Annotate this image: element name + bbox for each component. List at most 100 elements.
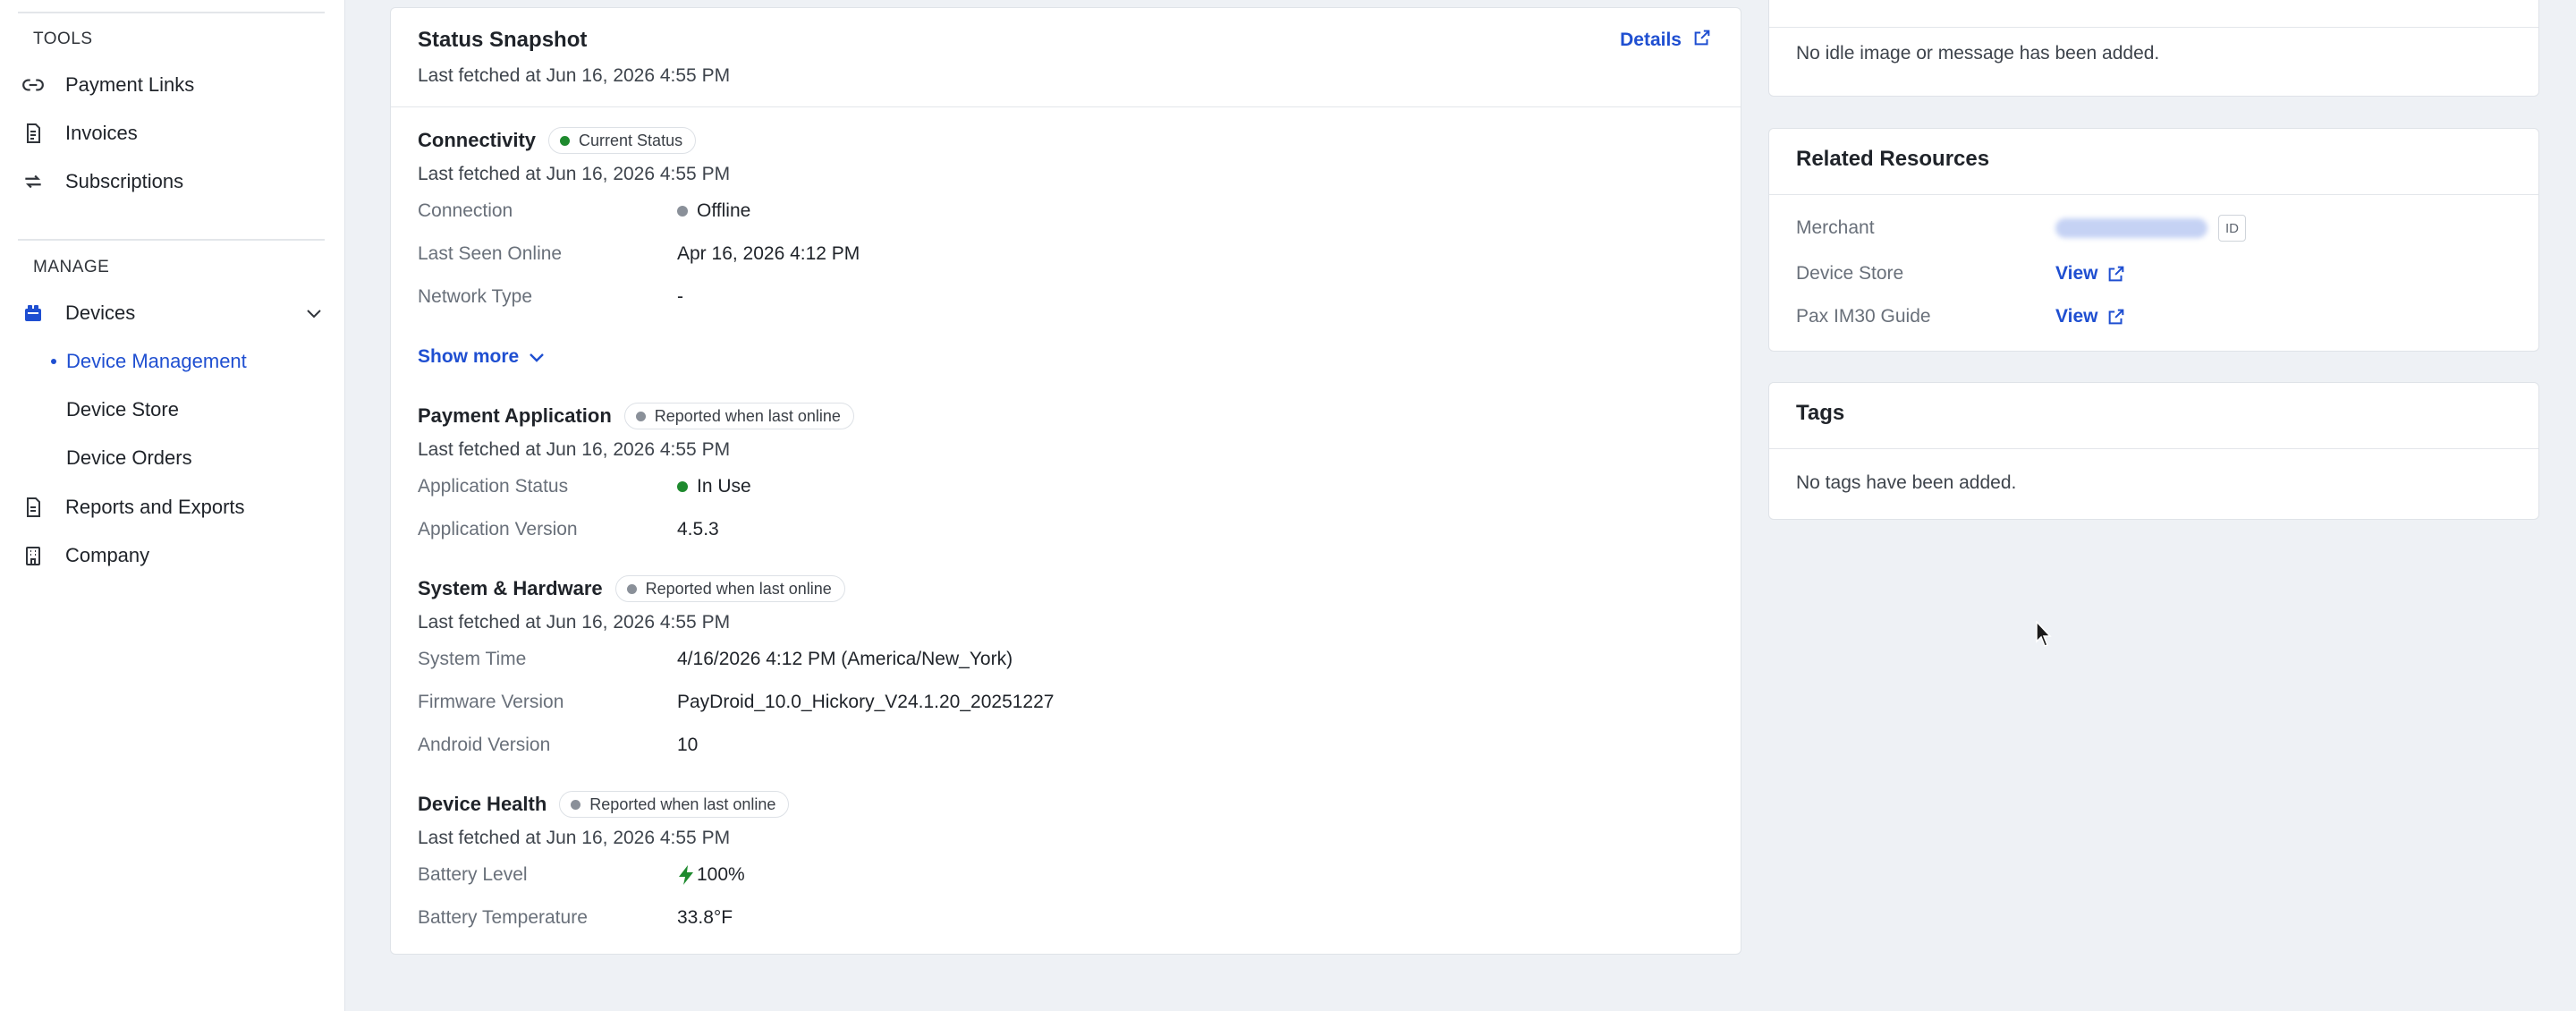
last-fetched: Last fetched at Jun 16, 2026 4:55 PM	[418, 164, 731, 184]
tags-card: Tags No tags have been added.	[1768, 382, 2539, 520]
badge-label: Reported when last online	[645, 579, 832, 598]
status-dot	[571, 799, 581, 810]
field-value: Apr 16, 2026 4:12 PM	[677, 243, 860, 264]
section-title: System & Hardware	[418, 577, 603, 599]
external-link-icon	[2106, 307, 2126, 327]
sidebar-item-label: Payment Links	[65, 73, 195, 96]
field-label: Battery Level	[418, 864, 528, 885]
details-label: Details	[1620, 30, 1682, 50]
card-divider	[1769, 448, 2538, 449]
field-value: 33.8°F	[677, 907, 733, 928]
badge-label: Reported when last online	[654, 406, 841, 425]
field-label: System Time	[418, 649, 527, 669]
idle-screen-card: No idle image or message has been added.	[1768, 0, 2539, 97]
view-label: View	[2055, 306, 2098, 327]
field-label: Network Type	[418, 286, 532, 307]
battery-level-value: 100%	[677, 864, 745, 886]
sidebar-item-label: Subscriptions	[65, 170, 184, 192]
sidebar-item-company[interactable]: Company	[18, 533, 325, 578]
sidebar-divider	[18, 239, 325, 241]
mouse-cursor-icon	[2036, 620, 2054, 648]
report-icon	[20, 494, 47, 521]
application-status-value: In Use	[677, 476, 751, 497]
sidebar-item-label: Company	[65, 544, 150, 566]
bolt-icon	[677, 864, 695, 886]
card-divider	[1769, 194, 2538, 195]
external-link-icon	[1692, 28, 1712, 53]
card-title: Status Snapshot	[418, 28, 588, 52]
field-value: 10	[677, 735, 699, 755]
section-title: Payment Application	[418, 404, 612, 427]
device-store-view-link[interactable]: View	[2055, 263, 2126, 285]
chevron-down-icon	[526, 346, 547, 368]
field-label: Application Version	[418, 519, 578, 539]
details-link[interactable]: Details	[1620, 28, 1712, 53]
merchant-value[interactable]: ID	[2055, 215, 2246, 242]
system-hardware-header: System & Hardware Reported when last onl…	[418, 575, 845, 602]
view-label: View	[2055, 263, 2098, 284]
status-dot	[677, 206, 688, 217]
status-dot	[626, 583, 637, 594]
last-fetched: Last fetched at Jun 16, 2026 4:55 PM	[418, 612, 731, 633]
refresh-icon	[20, 168, 47, 195]
sidebar: TOOLS Payment Links Invoices Subscriptio…	[0, 0, 345, 1011]
field-value: In Use	[697, 476, 751, 497]
status-badge: Current Status	[548, 127, 697, 154]
sidebar-subitem-label: Device Orders	[66, 446, 192, 469]
field-label: Application Status	[418, 476, 569, 497]
field-value: 100%	[697, 864, 745, 885]
id-badge[interactable]: ID	[2218, 215, 2246, 242]
sidebar-item-payment-links[interactable]: Payment Links	[18, 63, 325, 107]
section-title: Device Health	[418, 793, 547, 815]
status-dot	[560, 135, 571, 146]
card-title: Related Resources	[1796, 147, 1990, 171]
sidebar-item-subscriptions[interactable]: Subscriptions	[18, 159, 325, 204]
redacted-merchant-name	[2055, 218, 2207, 238]
status-snapshot-card: Status Snapshot Last fetched at Jun 16, …	[390, 7, 1741, 955]
status-badge: Reported when last online	[614, 575, 845, 602]
invoice-icon	[20, 120, 47, 147]
last-fetched: Last fetched at Jun 16, 2026 4:55 PM	[418, 439, 731, 460]
empty-message: No tags have been added.	[1796, 472, 2017, 493]
field-label: Android Version	[418, 735, 551, 755]
connection-value: Offline	[677, 200, 750, 222]
tools-heading: TOOLS	[33, 30, 93, 48]
status-dot	[635, 411, 646, 421]
field-value: PayDroid_10.0_Hickory_V24.1.20_20251227	[677, 692, 1055, 712]
sidebar-subitem-label: Device Store	[66, 398, 179, 421]
sidebar-item-devices[interactable]: Devices	[18, 291, 325, 336]
status-badge: Reported when last online	[559, 791, 790, 818]
status-badge: Reported when last online	[623, 403, 854, 429]
card-title: Tags	[1796, 401, 1845, 425]
field-label: Firmware Version	[418, 692, 564, 712]
payment-app-header: Payment Application Reported when last o…	[418, 403, 854, 429]
sidebar-item-label: Devices	[65, 302, 136, 324]
sidebar-subitem-label: Device Management	[66, 350, 247, 372]
sidebar-subitem-device-management[interactable]: Device Management	[51, 341, 247, 382]
sidebar-item-label: Invoices	[65, 122, 138, 144]
field-value: 4/16/2026 4:12 PM (America/New_York)	[677, 649, 1013, 669]
badge-label: Reported when last online	[589, 794, 776, 813]
guide-view-link[interactable]: View	[2055, 306, 2126, 327]
field-label: Connection	[418, 200, 513, 221]
chevron-down-icon[interactable]	[303, 302, 325, 324]
sidebar-item-label: Reports and Exports	[65, 496, 245, 518]
show-more-button[interactable]: Show more	[418, 346, 547, 368]
field-value: Offline	[697, 200, 751, 221]
field-label: Last Seen Online	[418, 243, 563, 264]
devices-icon	[20, 300, 47, 327]
sidebar-item-reports[interactable]: Reports and Exports	[18, 485, 325, 530]
building-icon	[20, 542, 47, 569]
show-more-label: Show more	[418, 346, 520, 367]
sidebar-item-invoices[interactable]: Invoices	[18, 111, 325, 156]
last-fetched: Last fetched at Jun 16, 2026 4:55 PM	[418, 828, 731, 848]
external-link-icon	[2106, 264, 2126, 284]
device-health-header: Device Health Reported when last online	[418, 791, 790, 818]
status-dot	[677, 481, 688, 492]
empty-message: No idle image or message has been added.	[1796, 43, 2160, 64]
sidebar-subitem-device-orders[interactable]: Device Orders	[66, 438, 192, 479]
field-label: Device Store	[1796, 263, 1904, 284]
badge-label: Current Status	[579, 131, 683, 149]
field-value: 4.5.3	[677, 519, 719, 539]
sidebar-subitem-device-store[interactable]: Device Store	[66, 389, 179, 430]
